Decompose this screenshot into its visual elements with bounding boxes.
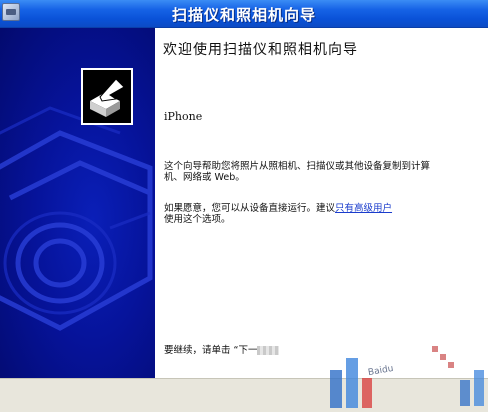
window-title: 扫描仪和照相机向导 (171, 6, 316, 24)
wizard-content: 欢迎使用扫描仪和照相机向导 iPhone 这个向导帮助您将照片从照相机、扫描仪或… (155, 28, 488, 378)
advanced-line-1: 如果愿意，您可以从设备直接运行。建议只有高级用户 (164, 203, 392, 214)
intro-line-1: 这个向导帮助您将照片从照相机、扫描仪或其他设备复制到计算 (164, 161, 431, 172)
advanced-line-2: 使用这个选项。 (164, 214, 231, 225)
blurred-region (257, 346, 280, 355)
title-bar[interactable]: 扫描仪和照相机向导 (0, 0, 488, 28)
device-name: iPhone (164, 110, 203, 123)
watermark-logo (330, 346, 484, 408)
intro-line-2: 机、网络或 Web。 (164, 172, 245, 183)
advanced-users-link[interactable]: 只有高级用户 (335, 203, 392, 214)
continue-text: 要继续，请单击 “下一 (164, 345, 258, 356)
wizard-side-panel (0, 28, 155, 378)
continue-instruction: 要继续，请单击 “下一 (164, 342, 280, 356)
wizard-logo (81, 68, 133, 125)
page-title: 欢迎使用扫描仪和照相机向导 (163, 42, 358, 58)
advanced-prefix: 如果愿意，您可以从设备直接运行。建议 (164, 203, 336, 214)
intro-text: 这个向导帮助您将照片从照相机、扫描仪或其他设备复制到计算 机、网络或 Web。 (164, 161, 430, 183)
advanced-text: 如果愿意，您可以从设备直接运行。建议只有高级用户 使用这个选项。 (164, 203, 392, 225)
camera-arrow-icon (90, 78, 125, 117)
